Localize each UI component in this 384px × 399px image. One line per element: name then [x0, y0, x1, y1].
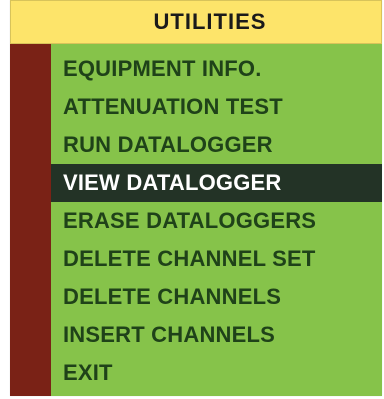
- menu-item-run-datalogger[interactable]: RUN DATALOGGER: [51, 126, 382, 164]
- menu-item-delete-channel-set[interactable]: DELETE CHANNEL SET: [51, 240, 382, 278]
- menu-item-erase-dataloggers[interactable]: ERASE DATALOGGERS: [51, 202, 382, 240]
- menu-item-insert-channels[interactable]: INSERT CHANNELS: [51, 316, 382, 354]
- utilities-menu-window: UTILITIES EQUIPMENT INFO. ATTENUATION TE…: [10, 0, 382, 396]
- title-bar: UTILITIES: [10, 0, 382, 44]
- menu-item-attenuation-test[interactable]: ATTENUATION TEST: [51, 88, 382, 126]
- left-accent-strip: [10, 44, 51, 396]
- menu-title: UTILITIES: [153, 9, 267, 34]
- menu-list: EQUIPMENT INFO. ATTENUATION TEST RUN DAT…: [51, 50, 382, 392]
- menu-item-exit[interactable]: EXIT: [51, 354, 382, 392]
- menu-item-equipment-info[interactable]: EQUIPMENT INFO.: [51, 50, 382, 88]
- menu-item-delete-channels[interactable]: DELETE CHANNELS: [51, 278, 382, 316]
- menu-item-view-datalogger[interactable]: VIEW DATALOGGER: [51, 164, 382, 202]
- menu-panel: EQUIPMENT INFO. ATTENUATION TEST RUN DAT…: [10, 44, 382, 396]
